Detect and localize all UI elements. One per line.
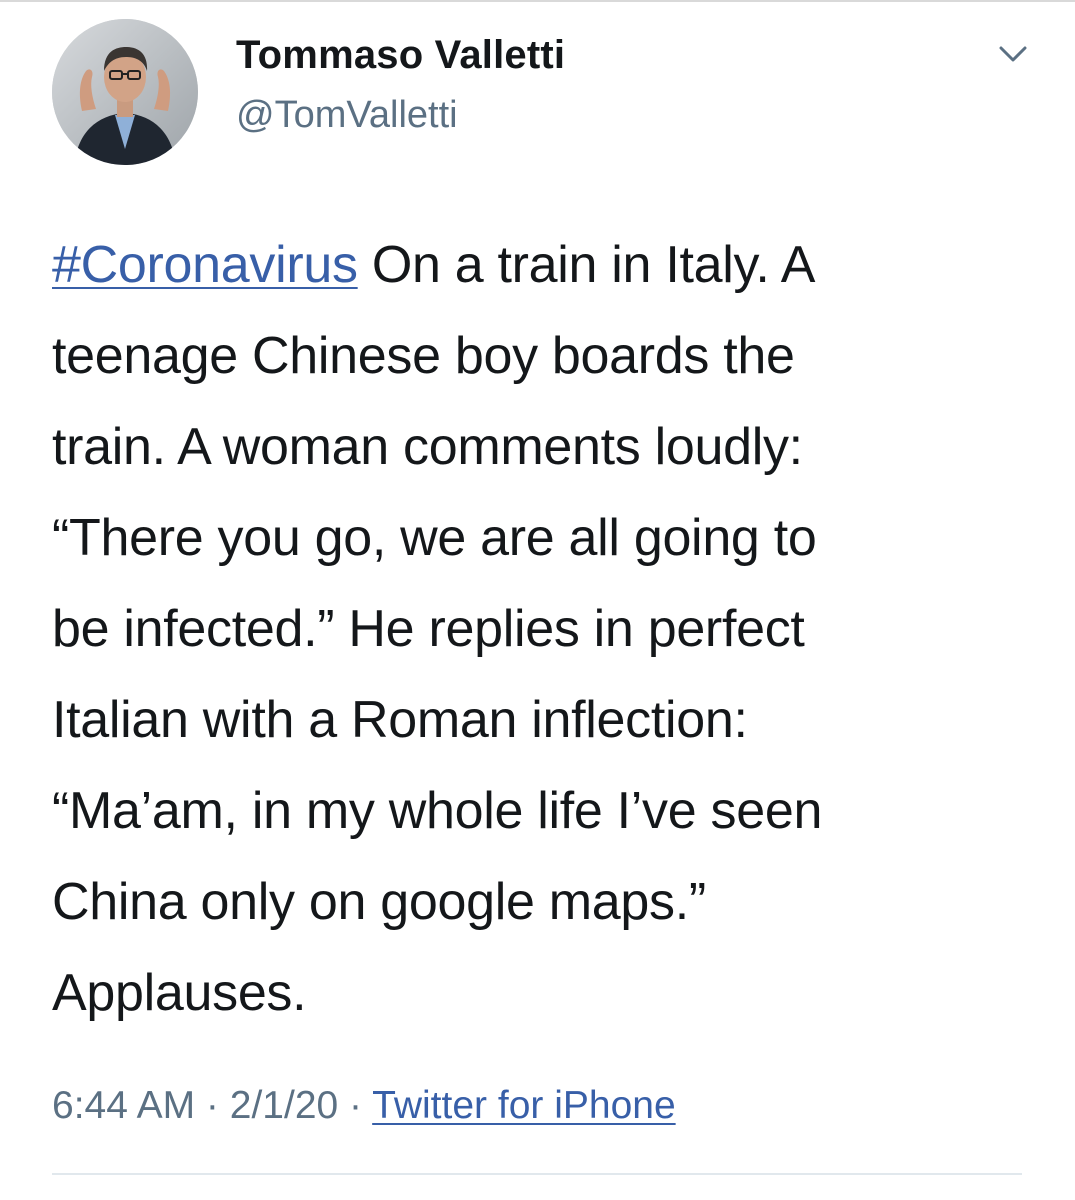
tweet-line: train. A woman comments loudly: xyxy=(52,418,803,476)
tweet-line: Italian with a Roman inflection: xyxy=(52,691,748,749)
bottom-divider xyxy=(52,1173,1022,1175)
tweet-line: teenage Chinese boy boards the xyxy=(52,327,795,385)
tweet-line-text: On a train in Italy. A xyxy=(357,236,816,294)
chevron-down-icon[interactable] xyxy=(985,36,1041,76)
tweet-line: be infected.” He replies in perfect xyxy=(52,600,805,658)
tweet-line: “There you go, we are all going to xyxy=(52,509,817,567)
tweet-line: China only on google maps.” xyxy=(52,873,706,931)
profile-photo-icon xyxy=(52,19,198,165)
meta-separator: · xyxy=(338,1084,373,1127)
avatar[interactable] xyxy=(52,19,198,165)
tweet-date[interactable]: 2/1/20 xyxy=(230,1084,338,1127)
author-handle[interactable]: @TomValletti xyxy=(236,94,458,137)
tweet-text: #Coronavirus On a train in Italy. A teen… xyxy=(52,220,1042,1039)
tweet-meta: 6:44 AM · 2/1/20 · Twitter for iPhone xyxy=(52,1084,676,1128)
tweet-line: “Ma’am, in my whole life I’ve seen xyxy=(52,782,823,840)
top-divider xyxy=(0,0,1075,2)
meta-separator: · xyxy=(195,1084,230,1127)
tweet-line: Applauses. xyxy=(52,964,307,1022)
author-display-name[interactable]: Tommaso Valletti xyxy=(236,33,565,78)
tweet-time: 6:44 AM xyxy=(52,1084,196,1127)
tweet-source-link[interactable]: Twitter for iPhone xyxy=(372,1084,675,1127)
hashtag-link[interactable]: #Coronavirus xyxy=(52,236,358,294)
tweet-line: #Coronavirus On a train in Italy. A xyxy=(52,220,1042,311)
